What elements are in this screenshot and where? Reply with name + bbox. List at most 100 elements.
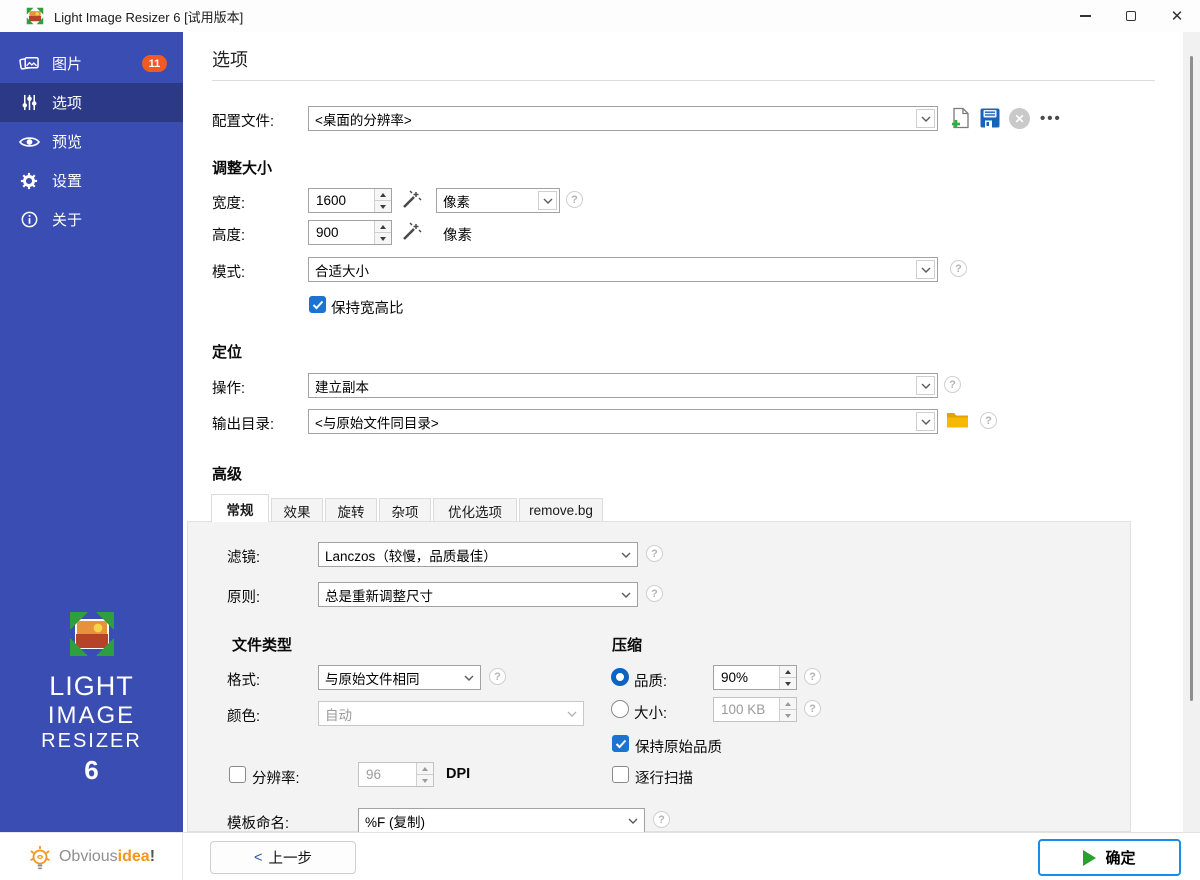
keep-quality-checkbox[interactable] [612, 735, 629, 752]
height-auto-wand-icon[interactable] [400, 221, 422, 243]
scrollbar-thumb[interactable] [1190, 56, 1193, 701]
sidebar-item-settings[interactable]: 设置 [0, 161, 183, 200]
chevron-down-icon [616, 585, 635, 604]
width-help-icon[interactable]: ? [566, 191, 583, 208]
sidebar-item-images[interactable]: 图片 11 [0, 44, 183, 83]
section-destination: 定位 [212, 344, 243, 361]
app-logo-icon [26, 7, 44, 25]
quality-up-button[interactable] [780, 666, 796, 677]
minimize-button[interactable] [1062, 0, 1108, 32]
tab-general[interactable]: 常规 [211, 494, 269, 522]
policy-value: 总是重新调整尺寸 [325, 588, 433, 604]
ok-button[interactable]: 确定 [1038, 839, 1181, 876]
quality-down-button[interactable] [780, 677, 796, 689]
chevron-down-icon [459, 668, 478, 687]
tab-removebg[interactable]: remove.bg [519, 498, 603, 522]
policy-help-icon[interactable]: ? [646, 585, 663, 602]
mode-value: 合适大小 [315, 263, 369, 279]
filter-label: 滤镜: [227, 550, 261, 566]
quality-help-icon[interactable]: ? [804, 668, 821, 685]
size-stepper: 100 KB [713, 697, 797, 722]
template-select[interactable]: %F (复制) [358, 808, 645, 833]
more-options-button[interactable]: ••• [1040, 110, 1062, 127]
back-arrow: < [254, 849, 263, 866]
sidebar-item-about[interactable]: 关于 [0, 200, 183, 239]
browse-folder-button[interactable] [946, 410, 969, 429]
back-button[interactable]: < 上一步 [210, 841, 356, 874]
format-help-icon[interactable]: ? [489, 668, 506, 685]
sidebar-item-label: 关于 [52, 212, 83, 229]
sidebar-item-label: 选项 [52, 95, 83, 112]
titlebar: Light Image Resizer 6 [试用版本] ✕ [0, 0, 1200, 32]
format-select[interactable]: 与原始文件相同 [318, 665, 481, 690]
obviousidea-brand: Obviousidea! [0, 832, 183, 880]
output-select[interactable]: <与原始文件同目录> [308, 409, 938, 434]
profile-select-value: <桌面的分辨率> [315, 112, 412, 128]
back-button-label: 上一步 [268, 851, 312, 867]
filter-select[interactable]: Lanczos（较慢，品质最佳） [318, 542, 638, 567]
width-stepper[interactable]: 1600 [308, 188, 392, 213]
height-unit-text: 像素 [443, 228, 472, 244]
tab-rotate[interactable]: 旋转 [325, 498, 377, 522]
width-auto-wand-icon[interactable] [400, 189, 422, 211]
width-down-button[interactable] [375, 200, 391, 212]
keep-ratio-label: 保持宽高比 [331, 301, 404, 317]
quality-radio[interactable] [611, 668, 629, 686]
output-help-icon[interactable]: ? [980, 412, 997, 429]
quality-value: 90% [721, 670, 749, 685]
tab-effects[interactable]: 效果 [271, 498, 323, 522]
new-profile-button[interactable] [949, 107, 971, 129]
sliders-icon [18, 93, 40, 113]
size-help-icon[interactable]: ? [804, 700, 821, 717]
output-value: <与原始文件同目录> [315, 415, 439, 431]
sidebar-item-options[interactable]: 选项 [0, 83, 183, 122]
width-up-button[interactable] [375, 189, 391, 200]
app-window: Light Image Resizer 6 [试用版本] ✕ 图片 11 选项 … [0, 0, 1200, 880]
progressive-checkbox[interactable] [612, 766, 629, 783]
keep-quality-label: 保持原始品质 [635, 740, 722, 756]
height-down-button[interactable] [375, 232, 391, 244]
size-radio[interactable] [611, 700, 629, 718]
play-icon [1083, 849, 1097, 866]
resolution-checkbox[interactable] [229, 766, 246, 783]
brand-wordmark: Obviousidea! [58, 847, 156, 865]
chevron-down-icon [616, 545, 635, 564]
section-compression: 压缩 [612, 637, 643, 654]
sidebar-item-label: 图片 [52, 56, 83, 73]
maximize-button[interactable] [1108, 0, 1154, 32]
color-label: 颜色: [227, 709, 261, 725]
footer-bar: < 上一步 确定 [183, 832, 1200, 880]
policy-select[interactable]: 总是重新调整尺寸 [318, 582, 638, 607]
height-label: 高度: [212, 228, 246, 244]
delete-profile-button[interactable]: ✕ [1009, 108, 1030, 129]
section-advanced: 高级 [212, 466, 243, 483]
close-button[interactable]: ✕ [1154, 0, 1200, 32]
height-up-button[interactable] [375, 221, 391, 232]
action-value: 建立副本 [315, 379, 369, 395]
height-stepper[interactable]: 900 [308, 220, 392, 245]
profile-select[interactable]: <桌面的分辨率> [308, 106, 938, 131]
tab-misc[interactable]: 杂项 [379, 498, 431, 522]
tab-optimize[interactable]: 优化选项 [433, 498, 517, 522]
quality-label: 品质: [634, 674, 668, 690]
keep-ratio-checkbox[interactable] [309, 296, 326, 313]
dpi-unit-text: DPI [446, 766, 471, 782]
sidebar-item-preview[interactable]: 预览 [0, 122, 183, 161]
width-value: 1600 [316, 193, 347, 208]
mode-select[interactable]: 合适大小 [308, 257, 938, 282]
scrollbar[interactable] [1183, 32, 1200, 832]
filter-help-icon[interactable]: ? [646, 545, 663, 562]
action-help-icon[interactable]: ? [944, 376, 961, 393]
resolution-stepper: 96 [358, 762, 434, 787]
output-label: 输出目录: [212, 417, 275, 433]
save-profile-button[interactable] [979, 107, 1001, 129]
mode-help-icon[interactable]: ? [950, 260, 967, 277]
quality-stepper[interactable]: 90% [713, 665, 797, 690]
width-unit-select[interactable]: 像素 [436, 188, 560, 213]
images-icon [18, 54, 40, 74]
template-help-icon[interactable]: ? [653, 811, 670, 828]
eye-icon [18, 132, 40, 152]
logo-text-light: LIGHT [49, 671, 134, 701]
sidebar-item-label: 预览 [52, 134, 83, 151]
action-select[interactable]: 建立副本 [308, 373, 938, 398]
